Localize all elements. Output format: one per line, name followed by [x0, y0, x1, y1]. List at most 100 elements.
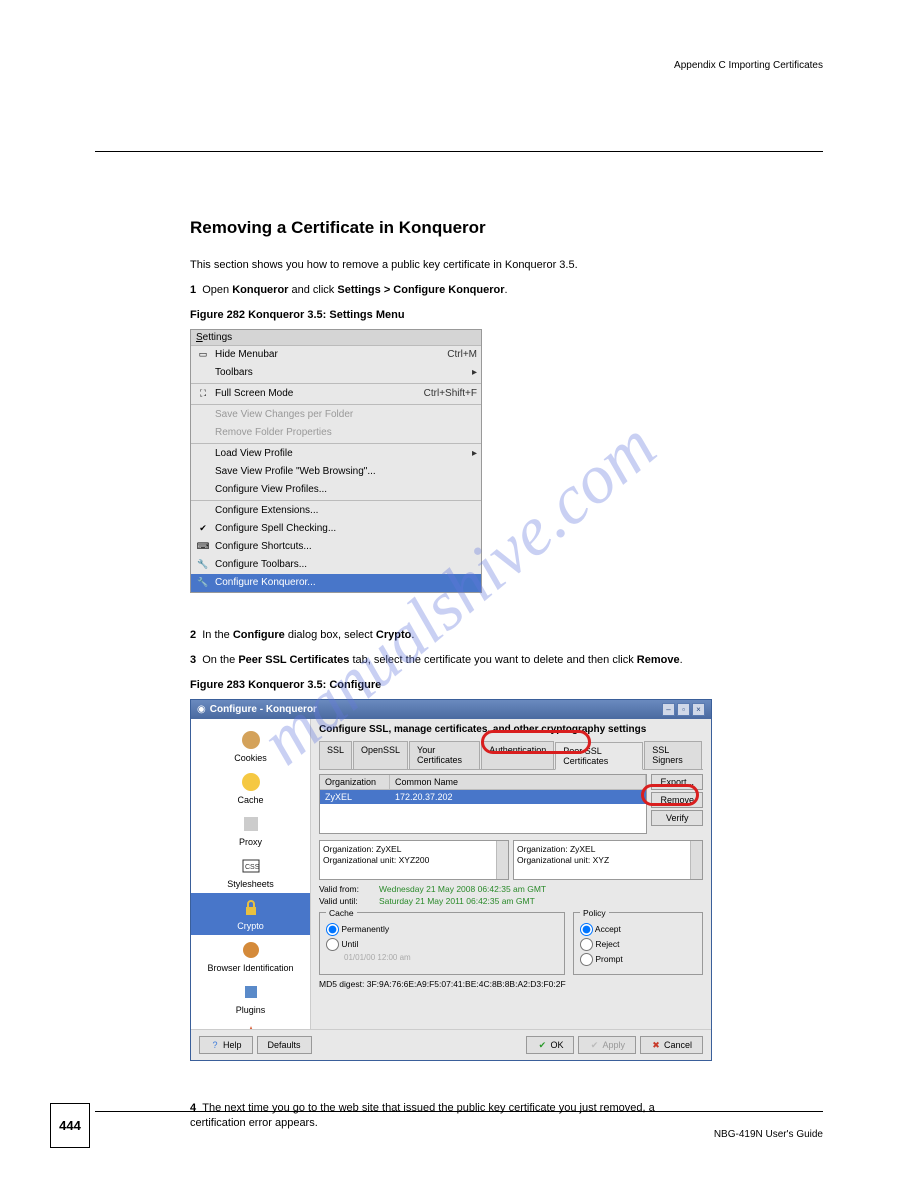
- step1-pre: Open: [202, 284, 232, 296]
- step1-end: .: [505, 284, 508, 296]
- t: .: [411, 629, 414, 641]
- l: Cancel: [664, 1040, 692, 1050]
- fullscreen-icon: ⛶: [195, 387, 211, 401]
- cell-cn: 172.20.37.202: [390, 790, 646, 804]
- proxy-icon: [240, 813, 262, 835]
- tab-ssl[interactable]: SSL: [319, 741, 352, 769]
- menu-configure-konqueror[interactable]: 🔧Configure Konqueror...: [191, 574, 481, 592]
- sidebar-cache[interactable]: Cache: [191, 767, 310, 809]
- blank-icon: [195, 426, 211, 440]
- tab-peer-ssl[interactable]: Peer SSL Certificates: [555, 742, 643, 770]
- v: XYZ200: [399, 855, 430, 865]
- sidebar-plugins[interactable]: Plugins: [191, 977, 310, 1019]
- wrench-icon: 🔧: [195, 558, 211, 572]
- figure-caption-1: Figure 282 Konqueror 3.5: Settings Menu: [190, 309, 823, 321]
- blank-icon: [195, 483, 211, 497]
- defaults-button[interactable]: Defaults: [257, 1036, 312, 1054]
- remove-button[interactable]: Remove: [651, 792, 703, 808]
- sidebar-performance[interactable]: Performance: [191, 1019, 310, 1029]
- spell-icon: ✔: [195, 522, 211, 536]
- tab-openssl[interactable]: OpenSSL: [353, 741, 408, 769]
- sidebar-crypto[interactable]: Crypto: [191, 893, 310, 935]
- titlebar-title: Configure - Konqueror: [210, 704, 660, 715]
- t: On the: [202, 654, 238, 666]
- submenu-arrow-icon: ▸: [472, 448, 477, 459]
- menu-toolbars[interactable]: Toolbars▸: [191, 364, 481, 382]
- close-button[interactable]: ×: [692, 703, 705, 716]
- scrollbar[interactable]: [690, 841, 702, 879]
- t: .: [680, 654, 683, 666]
- radio-until[interactable]: [326, 938, 339, 951]
- radio-accept[interactable]: [580, 923, 593, 936]
- l: Organizational unit:: [323, 855, 396, 865]
- css-icon: CSS: [240, 855, 262, 877]
- bottom-buttons: ?Help Defaults ✔OK ✔Apply ✖Cancel: [191, 1029, 711, 1060]
- menu-configure-shortcuts[interactable]: ⌨ Configure Shortcuts...: [191, 538, 481, 556]
- menu-configure-toolbars[interactable]: 🔧 Configure Toolbars...: [191, 556, 481, 574]
- apply-button[interactable]: ✔Apply: [578, 1036, 636, 1054]
- sidebar[interactable]: Cookies Cache Proxy CSS Stylesheets Crypt…: [191, 719, 311, 1029]
- scrollbar[interactable]: [496, 841, 508, 879]
- rocket-icon: [240, 1023, 262, 1029]
- footer-line: [95, 1111, 823, 1112]
- t: Configure: [233, 629, 285, 641]
- menu-configure-profiles[interactable]: Configure View Profiles...: [191, 481, 481, 499]
- radio-permanently[interactable]: [326, 923, 339, 936]
- t: The next time you go to the web site tha…: [190, 1102, 655, 1129]
- v: 3F:9A:76:6E:A9:F5:07:41:BE:4C:8B:8B:A2:D…: [367, 979, 566, 989]
- policy-fieldset: Policy Accept Reject Prompt: [573, 908, 703, 975]
- ok-button[interactable]: ✔OK: [526, 1036, 574, 1054]
- radio-reject[interactable]: [580, 938, 593, 951]
- menu-save-profile[interactable]: Save View Profile "Web Browsing"...: [191, 463, 481, 481]
- blank-icon: [195, 465, 211, 479]
- t: In the: [202, 629, 233, 641]
- l: Until: [341, 938, 358, 948]
- menu-label: Remove Folder Properties: [215, 427, 477, 438]
- t: tab, select the certificate you want to …: [349, 654, 636, 666]
- radio-prompt[interactable]: [580, 953, 593, 966]
- col-org[interactable]: Organization: [320, 775, 390, 789]
- sidebar-stylesheets[interactable]: CSS Stylesheets: [191, 851, 310, 893]
- menu-label: Configure Toolbars...: [215, 559, 477, 570]
- menu-configure-spell[interactable]: ✔ Configure Spell Checking...: [191, 520, 481, 538]
- menu-label: Configure Spell Checking...: [215, 523, 477, 534]
- submenu-arrow-icon: ▸: [472, 367, 477, 378]
- cert-header-row: Organization Common Name: [320, 775, 646, 790]
- col-cn[interactable]: Common Name: [390, 775, 646, 789]
- maximize-button[interactable]: ▫: [677, 703, 690, 716]
- export-button[interactable]: Export...: [651, 774, 703, 790]
- menu-remove-folder-props: Remove Folder Properties: [191, 424, 481, 442]
- keyboard-icon: ⌨: [195, 540, 211, 554]
- step-2: 2 In the Configure dialog box, select Cr…: [190, 628, 710, 643]
- cert-row-selected[interactable]: ZyXEL 172.20.37.202: [320, 790, 646, 804]
- issued-by-box: Organization: ZyXEL Organizational unit:…: [513, 840, 703, 880]
- menu-title-text: ettings: [203, 332, 232, 343]
- menu-fullscreen[interactable]: ⛶Full Screen ModeCtrl+Shift+F: [191, 385, 481, 403]
- sidebar-label: Plugins: [236, 1005, 266, 1015]
- titlebar[interactable]: ◉ Configure - Konqueror – ▫ ×: [191, 700, 711, 719]
- cancel-button[interactable]: ✖Cancel: [640, 1036, 703, 1054]
- verify-button[interactable]: Verify: [651, 810, 703, 826]
- tab-your-certs[interactable]: Your Certificates: [409, 741, 480, 769]
- menu-title[interactable]: Settings: [191, 330, 481, 346]
- menu-configure-extensions[interactable]: Configure Extensions...: [191, 502, 481, 520]
- sidebar-proxy[interactable]: Proxy: [191, 809, 310, 851]
- menu-hide-menubar[interactable]: ▭Hide MenubarCtrl+M: [191, 346, 481, 364]
- tab-ssl-signers[interactable]: SSL Signers: [644, 741, 702, 769]
- menu-load-profile[interactable]: Load View Profile▸: [191, 445, 481, 463]
- v: Saturday 21 May 2011 06:42:35 am GMT: [379, 896, 535, 906]
- cert-list[interactable]: Organization Common Name ZyXEL 172.20.37…: [319, 774, 647, 834]
- blank-icon: [195, 447, 211, 461]
- product-name: NBG-419N User's Guide: [714, 1129, 823, 1140]
- l: Valid until:: [319, 896, 379, 906]
- menu-label: Configure Shortcuts...: [215, 541, 477, 552]
- sidebar-browser-id[interactable]: Browser Identification: [191, 935, 310, 977]
- sidebar-cookies[interactable]: Cookies: [191, 725, 310, 767]
- cache-fieldset: Cache Permanently Until 01/01/00 12:00 a…: [319, 908, 565, 975]
- minimize-button[interactable]: –: [662, 703, 675, 716]
- sidebar-label: Stylesheets: [227, 879, 274, 889]
- menubar-icon: ▭: [195, 348, 211, 362]
- help-button[interactable]: ?Help: [199, 1036, 253, 1054]
- tab-auth[interactable]: Authentication: [481, 741, 554, 769]
- menu-label: Configure View Profiles...: [215, 484, 477, 495]
